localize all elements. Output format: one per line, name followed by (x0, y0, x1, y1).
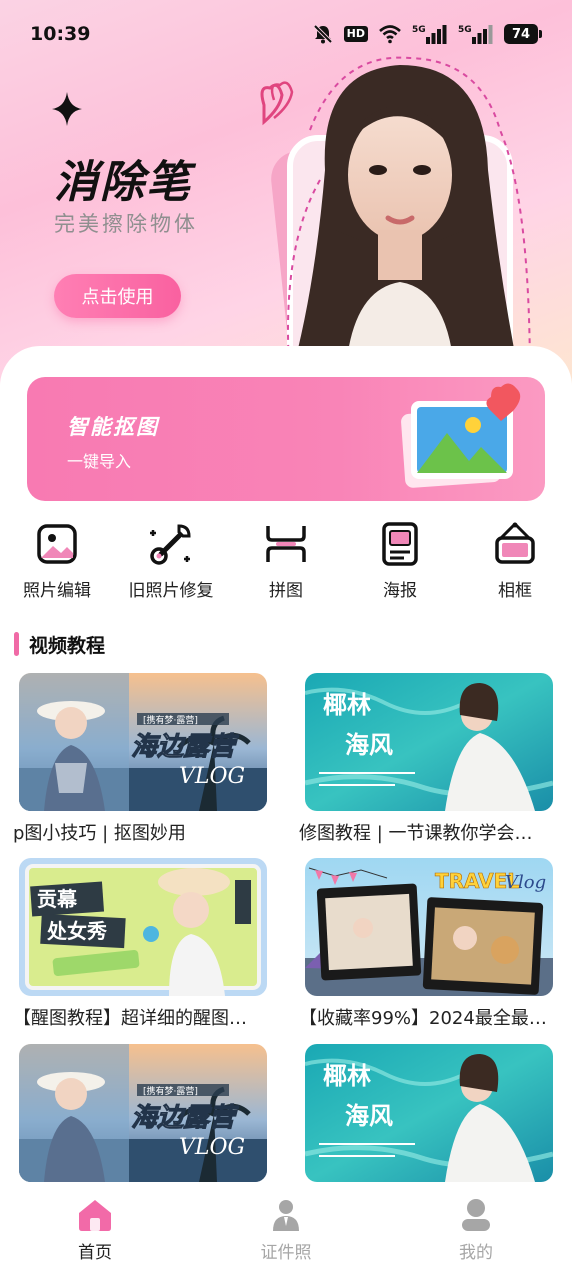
video-card[interactable]: TRAVEL Vlog 【收藏率99%】2024最全最… (299, 858, 553, 1030)
bottom-nav: 首页 证件照 我的 (0, 1188, 572, 1279)
video-title: p图小技巧 | 抠图妙用 (13, 823, 186, 844)
cutout-title: 智能抠图 (67, 415, 159, 439)
video-thumbnail: 椰林 海风 (305, 673, 553, 811)
photo-edit-icon (37, 524, 77, 564)
status-icons: HD 5G 5G 74 (312, 23, 542, 45)
sparkle-icon (52, 92, 82, 126)
nav-home[interactable]: 首页 (35, 1198, 155, 1263)
video-card[interactable]: [携有梦·露营] 海边露营 VLOG (19, 1044, 267, 1182)
video-card[interactable]: 贡幕 处女秀 【醒图教程】超详细的醒图… (13, 858, 267, 1030)
frame-icon (495, 522, 535, 564)
thumb-text: 贡幕 (37, 887, 78, 911)
video-thumbnail: [携有梦·露营] 海边露营 VLOG (19, 1044, 267, 1182)
tool-label: 海报 (383, 581, 417, 601)
tool-collage[interactable]: 拼图 (229, 518, 343, 608)
svg-text:[携有梦·露营]: [携有梦·露营] (143, 714, 198, 726)
svg-text:5G: 5G (412, 25, 426, 35)
nav-label: 首页 (78, 1243, 112, 1263)
thumb-text: 海边露营 (131, 732, 239, 762)
section-title: 视频教程 (29, 634, 106, 657)
5g-signal-icon: 5G (458, 25, 493, 44)
nav-id-photo[interactable]: 证件照 (226, 1198, 346, 1263)
video-thumbnail: 椰林 海风 (305, 1044, 553, 1182)
video-title: 【醒图教程】超详细的醒图… (13, 1008, 247, 1029)
tool-poster[interactable]: 海报 (343, 518, 457, 608)
thumb-text: 海风 (345, 1102, 393, 1130)
nav-label: 我的 (459, 1243, 493, 1263)
hero-title: 消除笔 (54, 157, 192, 208)
collage-icon (266, 526, 306, 562)
video-card[interactable]: [携有梦·露营] 海边露营 VLOG p图小技巧 | 抠图妙用 (13, 673, 267, 845)
tool-label: 拼图 (269, 581, 303, 601)
nav-profile[interactable]: 我的 (416, 1198, 536, 1263)
hero-use-button[interactable]: 点击使用 (54, 274, 181, 318)
profile-icon (462, 1199, 490, 1231)
nav-label: 证件照 (260, 1243, 312, 1263)
bell-muted-icon (313, 24, 333, 44)
wifi-icon (379, 25, 401, 44)
svg-text:5G: 5G (458, 25, 472, 35)
svg-text:[携有梦·露营]: [携有梦·露营] (143, 1085, 198, 1097)
video-card[interactable]: 椰林 海风 (305, 1044, 553, 1182)
tool-label: 旧照片修复 (128, 581, 214, 601)
smart-cutout-card[interactable]: 智能抠图 一键导入 (27, 377, 545, 501)
section-accent-bar (14, 632, 19, 656)
wrench-icon (150, 524, 191, 565)
tool-photo-edit[interactable]: 照片编辑 (0, 518, 114, 608)
tool-old-photo-repair[interactable]: 旧照片修复 (114, 518, 228, 608)
video-thumbnail: 贡幕 处女秀 (19, 858, 267, 996)
tools-row: 照片编辑 旧照片修复 拼图 海报 相框 (0, 518, 572, 608)
thumb-text: 海边露营 (131, 1103, 239, 1133)
hero-subtitle: 完美擦除物体 (54, 212, 198, 236)
video-thumbnail: TRAVEL Vlog (305, 858, 553, 996)
video-thumbnail: [携有梦·露营] 海边露营 VLOG (19, 673, 267, 811)
video-title: 修图教程 | 一节课教你学会… (299, 823, 533, 844)
thumb-text: VLOG (179, 1135, 245, 1160)
status-time: 10:39 (30, 23, 91, 45)
tool-frame[interactable]: 相框 (458, 518, 572, 608)
image-heart-icon (401, 383, 521, 488)
hd-icon: HD (343, 26, 368, 42)
thumb-text: 处女秀 (46, 919, 107, 943)
tool-label: 照片编辑 (23, 581, 91, 601)
video-title: 【收藏率99%】2024最全最… (299, 1008, 547, 1029)
video-card[interactable]: 椰林 海风 修图教程 | 一节课教你学会… (299, 673, 553, 845)
5g-signal-icon: 5G (412, 25, 447, 44)
thumb-text: VLOG (179, 764, 245, 789)
cutout-subtitle: 一键导入 (67, 452, 132, 471)
battery-icon: 74 (504, 24, 542, 44)
id-photo-icon (273, 1200, 299, 1231)
thumb-text: 椰林 (323, 691, 371, 719)
hero-portrait-image (260, 56, 531, 380)
hero-banner[interactable]: 10:39 HD 5G 5G 74 消除笔 完美擦除物体 点击使用 (0, 0, 572, 400)
tool-label: 相框 (498, 581, 532, 601)
thumb-text: Vlog (505, 872, 546, 893)
thumb-text: 椰林 (323, 1062, 371, 1090)
poster-icon (382, 522, 418, 566)
video-section-header: 视频教程 (14, 630, 105, 658)
home-icon (79, 1200, 111, 1231)
thumb-text: 海风 (345, 731, 393, 759)
